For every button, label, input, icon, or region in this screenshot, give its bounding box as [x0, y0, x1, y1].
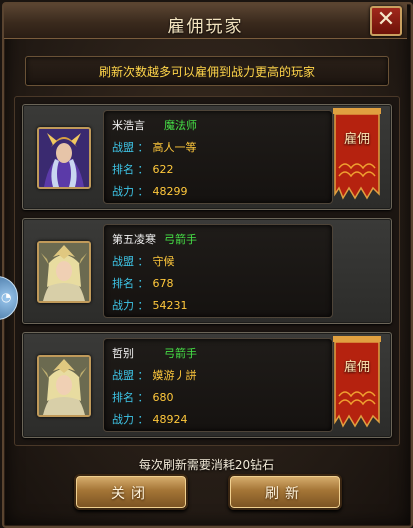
player-name: 哲别	[112, 347, 134, 360]
rank-value: 680	[152, 391, 174, 404]
player-class: 魔法师	[164, 119, 197, 132]
power-value: 54231	[152, 299, 188, 312]
rank-row: 排名 ： 678	[112, 277, 174, 290]
alliance-value: 高人一等	[152, 141, 197, 154]
player-avatar	[37, 355, 91, 417]
rank-row: 排名 ： 622	[112, 163, 174, 176]
refresh-cost-text: 每次刷新需要消耗20钻石	[138, 458, 275, 472]
player-info: 哲别 弓箭手 战盟 ：嫫游丿誁 排名 ： 680 战力 ： 48924	[103, 338, 333, 432]
hire-button[interactable]: 雇佣	[333, 336, 381, 430]
close-icon: ✕	[376, 7, 396, 32]
title-bar: 雇佣玩家	[4, 4, 407, 39]
player-info: 第五凌寒 弓箭手 战盟 ：守候 排名 ： 678 战力 ： 54231	[103, 224, 333, 318]
refresh-button-label: 刷新	[265, 486, 305, 502]
alliance-value: 守候	[152, 255, 175, 268]
notice-text: 刷新次数越多可以雇佣到战力更高的玩家	[98, 65, 315, 79]
player-avatar	[37, 241, 91, 303]
hire-label: 雇佣	[343, 360, 370, 375]
rank-row: 排名 ： 680	[112, 391, 174, 404]
rank-value: 622	[152, 163, 174, 176]
player-card: 米浩言 魔法师 战盟 ：高人一等 排名 ： 622 战力 ： 48299 雇佣	[22, 104, 392, 210]
alliance-row: 战盟 ：守候	[112, 255, 175, 268]
power-row: 战力 ： 48924	[112, 413, 188, 426]
player-info: 米浩言 魔法师 战盟 ：高人一等 排名 ： 622 战力 ： 48299	[103, 110, 333, 204]
close-button-label: 关闭	[111, 486, 151, 502]
player-class: 弓箭手	[164, 347, 197, 360]
chat-icon: ◔	[1, 290, 12, 304]
power-value: 48924	[152, 413, 188, 426]
player-card: 第五凌寒 弓箭手 战盟 ：守候 排名 ： 678 战力 ： 54231	[22, 218, 392, 324]
power-row: 战力 ： 54231	[112, 299, 188, 312]
notice-bar: 刷新次数越多可以雇佣到战力更高的玩家	[25, 56, 389, 86]
power-row: 战力 ： 48299	[112, 185, 188, 198]
hire-button[interactable]: 雇佣	[333, 108, 381, 202]
player-card: 哲别 弓箭手 战盟 ：嫫游丿誁 排名 ： 680 战力 ： 48924 雇佣	[22, 332, 392, 438]
alliance-value: 嫫游丿誁	[152, 369, 197, 382]
dialog-title: 雇佣玩家	[167, 17, 244, 37]
alliance-row: 战盟 ：高人一等	[112, 141, 197, 154]
hire-label: 雇佣	[343, 132, 370, 147]
close-button[interactable]: ✕	[370, 6, 402, 36]
player-avatar	[37, 127, 91, 189]
alliance-row: 战盟 ：嫫游丿誁	[112, 369, 197, 382]
player-class: 弓箭手	[164, 233, 197, 246]
close-dialog-button[interactable]: 关闭	[74, 474, 188, 510]
refresh-button[interactable]: 刷新	[228, 474, 342, 510]
player-name: 第五凌寒	[112, 233, 156, 246]
rank-value: 678	[152, 277, 174, 290]
player-name: 米浩言	[112, 119, 145, 132]
power-value: 48299	[152, 185, 188, 198]
